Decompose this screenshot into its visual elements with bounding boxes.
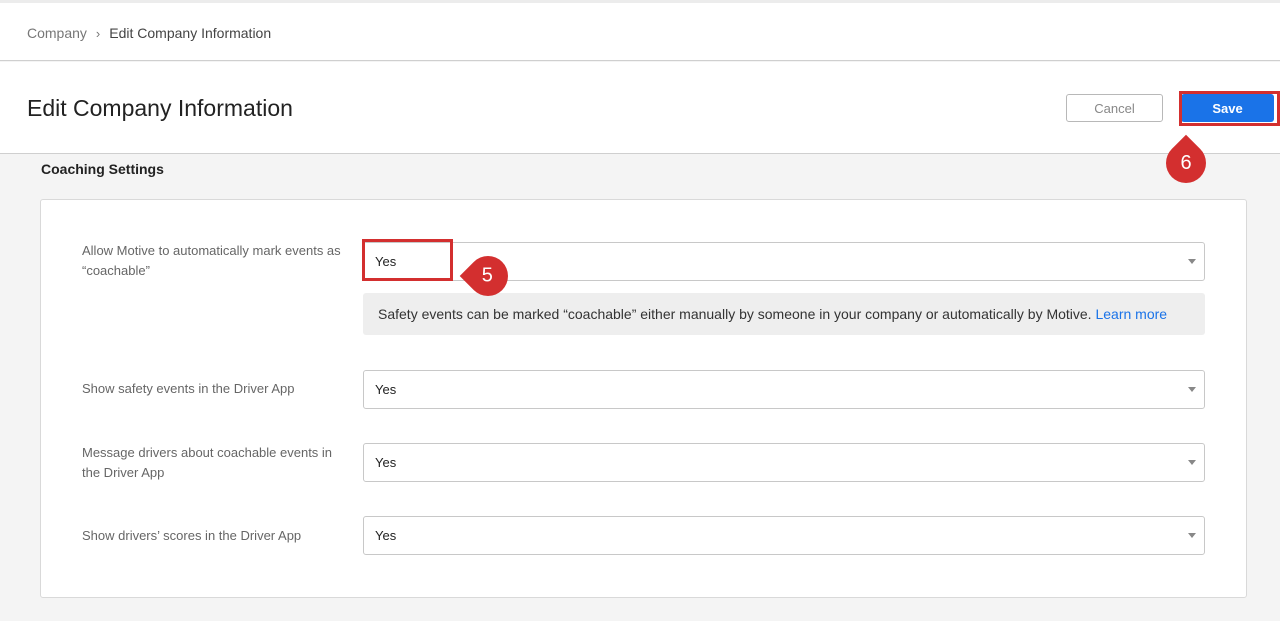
setting-label-auto-coachable: Allow Motive to automatically mark event… (82, 243, 341, 278)
top-bar: Company › Edit Company Information (0, 0, 1280, 61)
caret-down-icon (1188, 533, 1196, 538)
setting-label-show-safety-events: Show safety events in the Driver App (82, 381, 295, 396)
setting-label-show-scores: Show drivers’ scores in the Driver App (82, 528, 302, 543)
select-value: Yes (375, 382, 397, 397)
message-drivers-select[interactable]: Yes (363, 443, 1205, 482)
cancel-button[interactable]: Cancel (1066, 94, 1163, 122)
page-title: Edit Company Information (27, 95, 293, 121)
breadcrumb: Company › Edit Company Information (27, 25, 271, 41)
save-button[interactable]: Save (1181, 94, 1274, 122)
select-value: Yes (375, 254, 397, 269)
info-text: Safety events can be marked “coachable” … (378, 306, 1092, 322)
caret-down-icon (1188, 259, 1196, 264)
section-title: Coaching Settings (41, 161, 164, 177)
breadcrumb-current: Edit Company Information (109, 25, 272, 41)
step-number: 5 (482, 264, 494, 287)
learn-more-link[interactable]: Learn more (1095, 306, 1167, 322)
step-number: 6 (1180, 151, 1192, 174)
select-value: Yes (375, 455, 397, 470)
page-header: Edit Company Information Cancel Save (0, 62, 1280, 154)
chevron-right-icon: › (95, 25, 101, 41)
show-safety-events-select[interactable]: Yes (363, 370, 1205, 409)
setting-label-message-drivers: Message drivers about coachable events i… (82, 445, 333, 480)
breadcrumb-company-link[interactable]: Company (27, 25, 87, 41)
select-value: Yes (375, 528, 397, 543)
caret-down-icon (1188, 460, 1196, 465)
show-scores-select[interactable]: Yes (363, 516, 1205, 555)
info-box: Safety events can be marked “coachable” … (363, 293, 1205, 335)
caret-down-icon (1188, 387, 1196, 392)
